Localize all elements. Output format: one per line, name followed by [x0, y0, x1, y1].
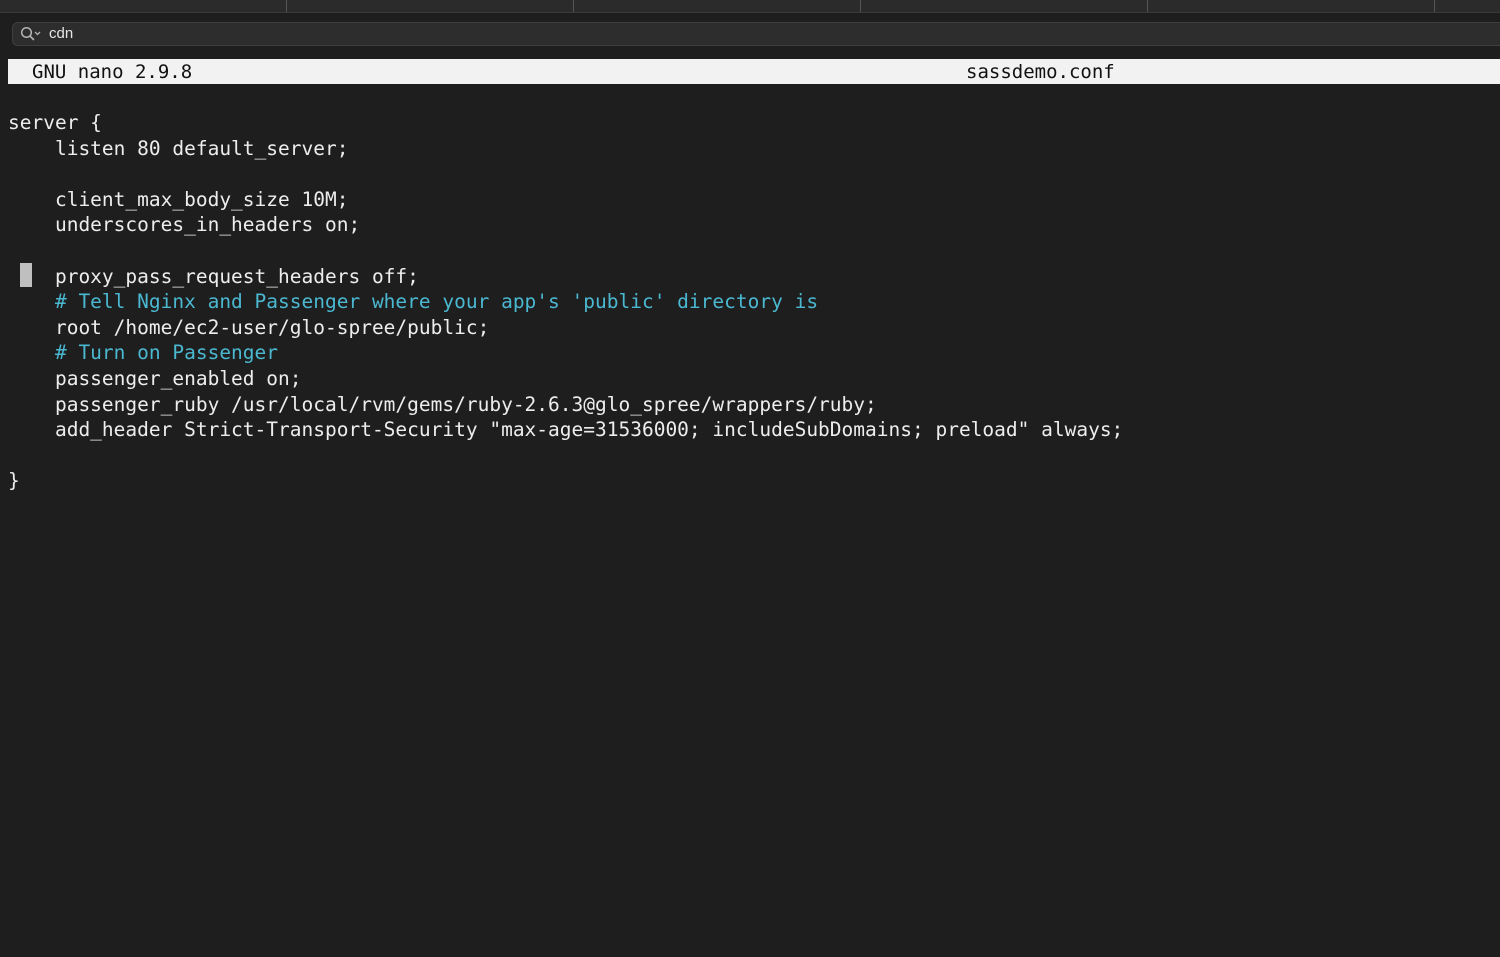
editor-text-area[interactable]: server { listen 80 default_server; clien… — [8, 110, 1488, 910]
file-name: sassdemo.conf — [966, 61, 1115, 83]
find-bar — [0, 13, 1500, 55]
code-line: } — [8, 469, 20, 493]
code-line: server { — [8, 111, 102, 134]
nano-version: GNU nano 2.9.8 — [32, 61, 193, 83]
code-line: client_max_body_size 10M; — [8, 187, 349, 211]
code-line: proxy_pass_request_headers off; — [8, 264, 419, 288]
search-box[interactable] — [12, 22, 1500, 46]
code-line: root /home/ec2-user/glo-spree/public; — [8, 315, 490, 339]
code-line: underscores_in_headers on; — [8, 213, 361, 237]
code-line: listen 80 default_server; — [8, 136, 349, 160]
search-input[interactable] — [49, 23, 1489, 45]
terminal-tab[interactable] — [574, 0, 861, 12]
terminal-tab[interactable] — [0, 0, 287, 12]
text-cursor — [20, 263, 32, 287]
code-line: passenger_ruby /usr/local/rvm/gems/ruby-… — [8, 392, 877, 416]
code-line: add_header Strict-Transport-Security "ma… — [8, 418, 1124, 442]
comment-line: # Turn on Passenger — [8, 341, 279, 365]
code-line: passenger_enabled on; — [8, 367, 302, 390]
comment-line: # Tell Nginx and Passenger where your ap… — [8, 290, 819, 314]
tab-bar — [0, 0, 1500, 13]
terminal-tab[interactable] — [861, 0, 1148, 12]
terminal-tab[interactable] — [1148, 0, 1435, 12]
nano-title-bar: GNU nano 2.9.8 sassdemo.conf — [8, 59, 1500, 84]
terminal-tab[interactable] — [287, 0, 574, 12]
search-icon[interactable] — [20, 26, 42, 42]
